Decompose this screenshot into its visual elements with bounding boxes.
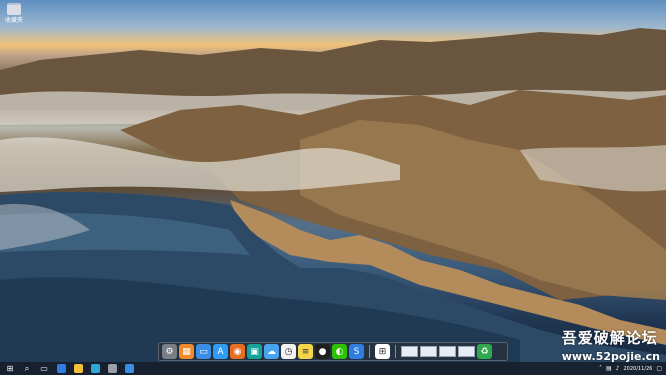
dock-item-weather[interactable]: ☁ bbox=[264, 344, 279, 359]
dock-separator bbox=[369, 345, 370, 358]
dock-item-clock[interactable]: ◷ bbox=[281, 344, 296, 359]
desktop-icon-label: 收藏夹 bbox=[4, 17, 23, 24]
volume-icon[interactable]: ♪ bbox=[616, 365, 620, 372]
desktop-icon-favorites[interactable]: 收藏夹 bbox=[2, 3, 26, 24]
firefox-icon: ◉ bbox=[233, 346, 242, 357]
dock-item-settings[interactable]: ⚙ bbox=[162, 344, 177, 359]
taskbar-apps: ⌕ ▭ bbox=[21, 363, 140, 374]
chat-icon: ▣ bbox=[250, 346, 259, 357]
blue-app-icon bbox=[56, 364, 66, 373]
system-tray: ˄ ▤ ♪ 2020/11/26 ▢ bbox=[599, 362, 662, 375]
wallpaper-landscape bbox=[0, 28, 666, 375]
finder-icon bbox=[107, 364, 117, 373]
dock-item-qq[interactable]: ● bbox=[315, 344, 330, 359]
dock-item-wechat[interactable]: ◐ bbox=[332, 344, 347, 359]
dock: ⚙ ▦ ▭ A ◉ ▣ ☁ ◷ ≡ ● ◐ S ⊞ ♻ bbox=[158, 342, 508, 361]
dock-item-wechat-work[interactable]: ▣ bbox=[247, 344, 262, 359]
up-arrow-icon[interactable]: ˄ bbox=[599, 365, 602, 372]
recycle-icon: ♻ bbox=[480, 346, 489, 357]
app-store-icon: A bbox=[217, 346, 224, 357]
windows-logo-icon: ⊞ bbox=[378, 346, 387, 357]
taskbar-clock[interactable]: 2020/11/26 bbox=[624, 366, 653, 372]
dock-item-app-store[interactable]: A bbox=[213, 344, 228, 359]
folder-icon bbox=[73, 364, 83, 373]
taskbar-item-app-2[interactable] bbox=[72, 363, 84, 374]
window-thumb-4[interactable] bbox=[458, 346, 475, 357]
window-icon bbox=[124, 364, 134, 373]
network-icon[interactable]: ▤ bbox=[606, 365, 612, 372]
dock-item-windows[interactable]: ⊞ bbox=[375, 344, 390, 359]
dock-item-desktop[interactable]: ▭ bbox=[196, 344, 211, 359]
dock-item-s-app[interactable]: S bbox=[349, 344, 364, 359]
notes-icon: ≡ bbox=[301, 346, 310, 357]
dock-item-firefox[interactable]: ◉ bbox=[230, 344, 245, 359]
watermark: 吾爱破解论坛 www.52pojie.cn bbox=[562, 327, 660, 363]
desktop-wallpaper: 收藏夹 ⚙ ▦ ▭ A ◉ ▣ ☁ ◷ ≡ ● ◐ S ⊞ ♻ 吾爱破解论坛 www.52pojie.cn… bbox=[0, 0, 666, 375]
cloud-icon: ☁ bbox=[267, 346, 276, 357]
dock-item-notes[interactable]: ≡ bbox=[298, 344, 313, 359]
folder-icon bbox=[7, 3, 21, 15]
task-view-icon: ▭ bbox=[40, 364, 48, 373]
gear-icon: ⚙ bbox=[165, 346, 174, 357]
taskbar: ⊞ ⌕ ▭ ˄ ▤ ♪ 2020/11/26 ▢ bbox=[0, 362, 666, 375]
taskbar-item-app-5[interactable] bbox=[123, 363, 135, 374]
taskbar-item-app-1[interactable] bbox=[55, 363, 67, 374]
edge-icon bbox=[90, 364, 100, 373]
wechat-icon: ◐ bbox=[335, 346, 344, 357]
windows-start-icon[interactable]: ⊞ bbox=[4, 363, 16, 374]
search-icon: ⌕ bbox=[24, 363, 30, 373]
watermark-title: 吾爱破解论坛 bbox=[561, 329, 658, 347]
dock-item-recycle-bin[interactable]: ♻ bbox=[477, 344, 492, 359]
notification-icon[interactable]: ▢ bbox=[656, 365, 662, 372]
taskbar-item-search[interactable]: ⌕ bbox=[21, 363, 33, 374]
taskbar-item-app-4[interactable] bbox=[106, 363, 118, 374]
monitor-icon: ▭ bbox=[199, 346, 208, 357]
clock-date: 2020/11/26 bbox=[623, 365, 653, 372]
taskbar-item-app-3[interactable] bbox=[89, 363, 101, 374]
dock-item-launchpad[interactable]: ▦ bbox=[179, 344, 194, 359]
window-thumb-1[interactable] bbox=[401, 346, 418, 357]
window-thumb-3[interactable] bbox=[439, 346, 456, 357]
taskbar-item-task-view[interactable]: ▭ bbox=[38, 363, 50, 374]
window-thumb-2[interactable] bbox=[420, 346, 437, 357]
s-icon: S bbox=[353, 346, 360, 357]
grid-icon: ▦ bbox=[182, 346, 191, 357]
clock-icon: ◷ bbox=[284, 346, 293, 357]
penguin-icon: ● bbox=[318, 346, 327, 357]
dock-separator bbox=[395, 345, 396, 358]
